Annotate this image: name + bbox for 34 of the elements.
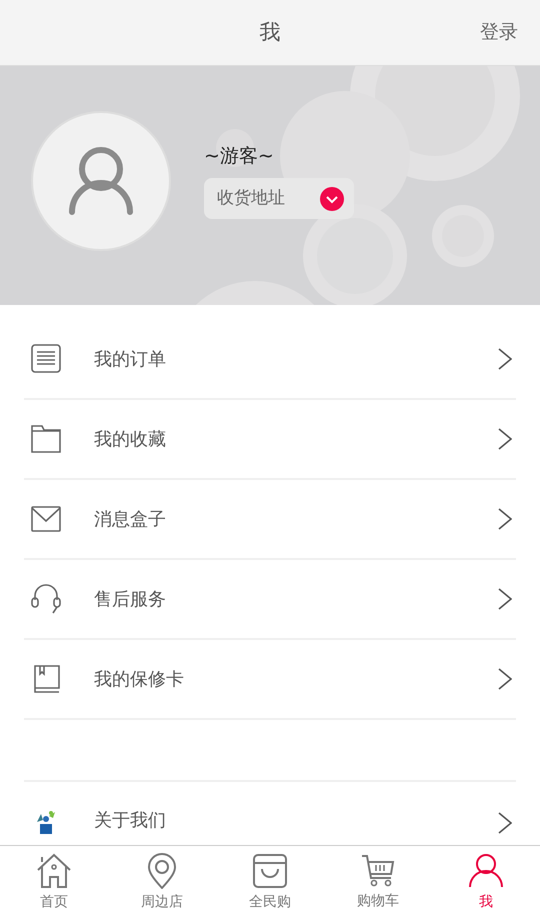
mail-icon (31, 506, 61, 532)
chevron-right-icon (498, 428, 512, 450)
cart-icon (361, 854, 395, 888)
tab[interactable]: 周边店 (108, 846, 216, 920)
username: ~游客~ (204, 144, 275, 169)
home-icon (36, 853, 72, 889)
list-icon (31, 344, 61, 374)
book-icon (32, 665, 60, 693)
address-dropdown[interactable]: 收货地址 (204, 178, 354, 220)
page-title: 我 (260, 18, 280, 46)
menu-item[interactable]: 售后服务 (24, 560, 516, 640)
tab[interactable]: 购物车 (324, 846, 432, 920)
tab[interactable]: 首页 (0, 846, 108, 920)
menu-item[interactable]: 我的收藏 (24, 400, 516, 480)
menu-item[interactable]: 消息盒子 (24, 480, 516, 560)
menu-item[interactable]: 关于我们 (24, 780, 516, 836)
headset-icon (31, 584, 61, 614)
chevron-down-icon (320, 186, 344, 211)
shopping-bag-icon (252, 853, 288, 889)
person-icon (68, 146, 134, 216)
tab[interactable]: 我 (432, 846, 540, 920)
menu-item[interactable]: 我的订单 (24, 320, 516, 400)
chevron-right-icon (498, 588, 512, 610)
chevron-right-icon (498, 348, 512, 370)
chevron-right-icon (498, 812, 512, 834)
folder-icon (31, 425, 61, 453)
person-icon (468, 853, 504, 889)
chevron-right-icon (498, 668, 512, 690)
tab[interactable]: 全民购 (216, 846, 324, 920)
chevron-right-icon (498, 508, 512, 530)
menu-item[interactable]: 我的保修卡 (24, 640, 516, 720)
people-logo-icon (35, 810, 57, 834)
login-button[interactable]: 登录 (480, 18, 518, 47)
location-pin-icon (147, 853, 177, 889)
